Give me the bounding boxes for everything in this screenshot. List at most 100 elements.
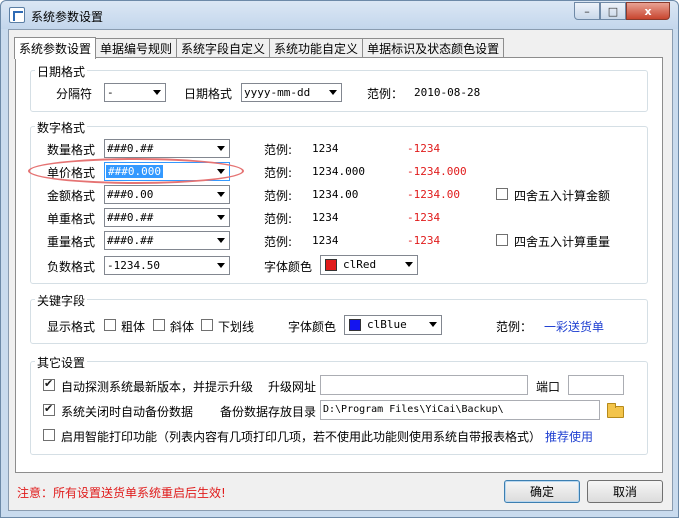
- weight-format-select[interactable]: ###0.##: [104, 231, 230, 250]
- key-example-label: 范例：: [496, 320, 533, 334]
- bold-checkbox[interactable]: [104, 319, 116, 331]
- auto-backup-label: 系统关闭时自动备份数据: [61, 405, 194, 419]
- backup-dir-input[interactable]: D:\Program Files\YiCai\Backup\: [320, 400, 600, 420]
- chevron-down-icon[interactable]: [213, 186, 229, 203]
- negative-format-select[interactable]: -1234.50: [104, 256, 230, 275]
- amount-format-value: ###0.00: [107, 188, 154, 201]
- chevron-down-icon[interactable]: [213, 257, 229, 274]
- round-amount-label: 四舍五入计算金额: [514, 189, 611, 203]
- red-color-swatch: [325, 259, 337, 271]
- chevron-down-icon[interactable]: [325, 84, 341, 101]
- tab-document-numbering[interactable]: 单据编号规则: [95, 38, 178, 58]
- unit-weight-example-label: 范例:: [264, 212, 293, 226]
- bold-label: 粗体: [121, 320, 146, 334]
- chevron-down-icon[interactable]: [213, 232, 229, 249]
- app-icon: [9, 7, 25, 23]
- tab-strip: 系统参数设置 单据编号规则 系统字段自定义 系统功能自定义 单据标识及状态颜色设…: [14, 37, 505, 59]
- auto-update-checkbox[interactable]: [43, 377, 55, 391]
- number-font-color-value: clRed: [343, 258, 377, 271]
- date-format-select[interactable]: yyyy-mm-dd: [241, 83, 342, 102]
- auto-update-label: 自动探测系统最新版本，并提示升级: [61, 380, 254, 394]
- tab-field-customization[interactable]: 系统字段自定义: [176, 38, 271, 58]
- minimize-button[interactable]: –: [574, 2, 600, 20]
- tab-function-customization[interactable]: 系统功能自定义: [269, 38, 364, 58]
- unit-weight-negative-example: -1234: [407, 211, 441, 224]
- amount-example-label: 范例:: [264, 189, 293, 203]
- chevron-down-icon[interactable]: [425, 316, 441, 333]
- underline-label: 下划线: [218, 320, 255, 334]
- unit-weight-example-value: 1234: [312, 211, 339, 224]
- date-example-label: 范例：: [367, 87, 404, 101]
- close-button[interactable]: x: [626, 2, 670, 20]
- chevron-down-icon[interactable]: [401, 256, 417, 273]
- negative-format-value: -1234.50: [107, 259, 160, 272]
- amount-format-select[interactable]: ###0.00: [104, 185, 230, 204]
- amount-example-value: 1234.00: [312, 188, 359, 201]
- window-title: 系统参数设置: [31, 10, 104, 24]
- unit-weight-format-value: ###0.##: [107, 211, 154, 224]
- quantity-format-value: ###0.##: [107, 142, 154, 155]
- update-url-label: 升级网址: [268, 380, 317, 394]
- tab-system-params[interactable]: 系统参数设置: [14, 37, 97, 59]
- tab-status-colors[interactable]: 单据标识及状态颜色设置: [362, 38, 505, 58]
- weight-format-value: ###0.##: [107, 234, 154, 247]
- quantity-format-label: 数量格式: [47, 143, 96, 157]
- other-group-title: 其它设置: [35, 354, 88, 371]
- key-example-value: 一彩送货单: [544, 320, 605, 334]
- recommend-label: 推荐使用: [545, 430, 594, 444]
- key-group-title: 关键字段: [35, 292, 88, 309]
- quantity-negative-example: -1234: [407, 142, 441, 155]
- number-group-title: 数字格式: [35, 119, 88, 136]
- folder-icon[interactable]: [607, 403, 624, 418]
- quantity-format-select[interactable]: ###0.##: [104, 139, 230, 158]
- separator-label: 分隔符: [56, 87, 93, 101]
- ok-button[interactable]: 确定: [504, 480, 580, 503]
- underline-checkbox[interactable]: [201, 319, 213, 331]
- negative-format-label: 负数格式: [47, 260, 96, 274]
- weight-example-label: 范例:: [264, 235, 293, 249]
- port-input[interactable]: [568, 375, 624, 395]
- separator-select[interactable]: -: [104, 83, 166, 102]
- separator-value: -: [107, 86, 114, 99]
- italic-label: 斜体: [170, 320, 195, 334]
- key-font-color-select[interactable]: clBlue: [344, 315, 442, 335]
- number-font-color-select[interactable]: clRed: [320, 255, 418, 275]
- chevron-down-icon[interactable]: [213, 209, 229, 226]
- weight-negative-example: -1234: [407, 234, 441, 247]
- key-font-color-value: clBlue: [367, 318, 407, 331]
- auto-backup-checkbox[interactable]: [43, 402, 55, 416]
- amount-negative-example: -1234.00: [407, 188, 460, 201]
- italic-checkbox[interactable]: [153, 319, 165, 331]
- date-example-value: 2010-08-28: [414, 86, 481, 99]
- smart-print-checkbox[interactable]: [43, 429, 55, 441]
- unit-price-example-value: 1234.000: [312, 165, 365, 178]
- title-bar[interactable]: 系统参数设置 – □ x: [1, 1, 678, 29]
- date-format-label: 日期格式: [184, 87, 233, 101]
- backup-dir-label: 备份数据存放目录: [220, 405, 317, 419]
- chevron-down-icon[interactable]: [149, 84, 165, 101]
- update-url-input[interactable]: [320, 375, 528, 395]
- window-controls: – □ x: [574, 2, 670, 20]
- amount-format-label: 金额格式: [47, 189, 96, 203]
- unit-weight-format-label: 单重格式: [47, 212, 96, 226]
- highlight-annotation: [28, 158, 244, 184]
- unit-price-example-label: 范例:: [264, 166, 293, 180]
- unit-price-negative-example: -1234.000: [407, 165, 467, 178]
- weight-format-label: 重量格式: [47, 235, 96, 249]
- number-font-color-label: 字体颜色: [264, 260, 313, 274]
- round-amount-checkbox[interactable]: [496, 188, 508, 200]
- restart-notice: 注意：所有设置送货单系统重启后生效!: [17, 486, 226, 500]
- unit-weight-format-select[interactable]: ###0.##: [104, 208, 230, 227]
- round-weight-checkbox[interactable]: [496, 234, 508, 246]
- port-label: 端口: [536, 380, 561, 394]
- display-format-label: 显示格式: [47, 320, 96, 334]
- chevron-down-icon[interactable]: [213, 140, 229, 157]
- cancel-button[interactable]: 取消: [587, 480, 663, 503]
- backup-dir-value: D:\Program Files\YiCai\Backup\: [323, 404, 504, 415]
- quantity-example-label: 范例:: [264, 143, 293, 157]
- smart-print-label: 启用智能打印功能（列表内容有几项打印几项，若不使用此功能则使用系统自带报表格式）: [61, 430, 542, 444]
- maximize-button[interactable]: □: [600, 2, 626, 20]
- quantity-example-value: 1234: [312, 142, 339, 155]
- date-group-title: 日期格式: [35, 63, 88, 80]
- blue-color-swatch: [349, 319, 361, 331]
